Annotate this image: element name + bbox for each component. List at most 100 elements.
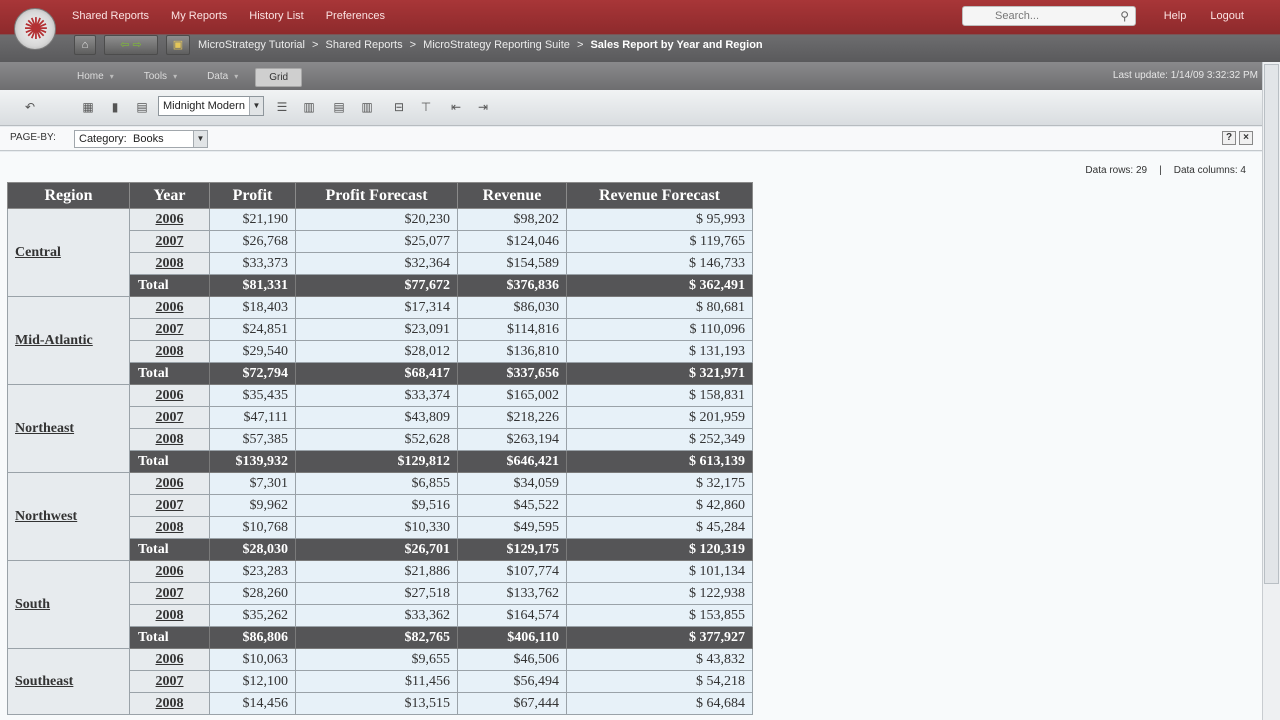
grid-header-row: Region Year Profit Profit Forecast Reven… — [7, 182, 753, 209]
value-cell: $32,364 — [295, 252, 458, 275]
value-cell: $ 252,349 — [566, 428, 753, 451]
header-year[interactable]: Year — [129, 182, 210, 209]
logout-link[interactable]: Logout — [1210, 10, 1244, 22]
lock-column-headers-icon[interactable]: ⊤ — [416, 98, 436, 116]
year-cell[interactable]: 2008 — [129, 428, 210, 451]
value-cell: $ 32,175 — [566, 472, 753, 495]
region-cell[interactable]: Northwest — [7, 472, 130, 561]
value-cell: $21,190 — [209, 208, 296, 231]
value-cell: $11,456 — [295, 670, 458, 693]
undo-icon[interactable]: ↶ — [20, 98, 40, 116]
year-cell[interactable]: 2007 — [129, 582, 210, 605]
value-cell: $7,301 — [209, 472, 296, 495]
year-cell[interactable]: 2007 — [129, 670, 210, 693]
nav-preferences[interactable]: Preferences — [326, 10, 385, 22]
breadcrumb-bar: ⌂ ⇦ ⇨ ▣ MicroStrategy Tutorial > Shared … — [74, 34, 763, 56]
region-cell[interactable]: South — [7, 560, 130, 649]
value-cell: $114,816 — [457, 318, 567, 341]
tab-home[interactable]: Home ▾ — [64, 68, 127, 87]
region-cell[interactable]: Central — [7, 208, 130, 297]
year-cell[interactable]: 2008 — [129, 516, 210, 539]
breadcrumb-item[interactable]: MicroStrategy Tutorial — [198, 39, 305, 51]
year-cell[interactable]: 2008 — [129, 252, 210, 275]
move-right-icon[interactable]: ⇥ — [473, 98, 493, 116]
header-region[interactable]: Region — [7, 182, 130, 209]
nav-history-list[interactable]: History List — [249, 10, 303, 22]
year-cell[interactable]: 2006 — [129, 472, 210, 495]
year-cell[interactable]: 2006 — [129, 296, 210, 319]
breadcrumb-item[interactable]: Shared Reports — [326, 39, 403, 51]
region-cell[interactable]: Southeast — [7, 648, 130, 715]
total-value-cell: $129,175 — [457, 538, 567, 561]
year-cell[interactable]: 2006 — [129, 648, 210, 671]
search-icon[interactable]: ⚲ — [1120, 9, 1129, 23]
banding-icon[interactable]: ▥ — [299, 98, 319, 116]
year-cell[interactable]: 2007 — [129, 318, 210, 341]
value-cell: $ 80,681 — [566, 296, 753, 319]
table-row: South 2006 $23,283 $21,886 $107,774 $ 101,134 — [7, 560, 753, 649]
chevron-down-icon[interactable]: ▼ — [193, 131, 207, 147]
header-revenue[interactable]: Revenue — [457, 182, 567, 209]
region-cell[interactable]: Mid-Atlantic — [7, 296, 130, 385]
value-cell: $9,962 — [209, 494, 296, 517]
help-icon[interactable]: ? — [1222, 131, 1236, 145]
year-cell[interactable]: 2006 — [129, 560, 210, 583]
total-value-cell: $72,794 — [209, 362, 296, 385]
tab-data[interactable]: Data ▾ — [194, 68, 251, 87]
value-cell: $ 42,860 — [566, 494, 753, 517]
year-cell[interactable]: 2008 — [129, 340, 210, 363]
year-cell[interactable]: 2007 — [129, 406, 210, 429]
year-cell[interactable]: 2007 — [129, 230, 210, 253]
chevron-down-icon[interactable]: ▼ — [249, 97, 263, 115]
year-cell[interactable]: 2006 — [129, 384, 210, 407]
year-cell[interactable]: 2008 — [129, 604, 210, 627]
year-cell[interactable]: 2006 — [129, 208, 210, 231]
move-left-icon[interactable]: ⇤ — [446, 98, 466, 116]
value-cell: $ 122,938 — [566, 582, 753, 605]
breadcrumb-item[interactable]: MicroStrategy Reporting Suite — [423, 39, 570, 51]
search-input[interactable]: Search... ⚲ — [962, 6, 1136, 26]
data-stats: Data rows: 29 | Data columns: 4 — [1085, 165, 1246, 176]
year-cell[interactable]: 2007 — [129, 494, 210, 517]
top-links: Help Logout — [1164, 10, 1244, 22]
nav-my-reports[interactable]: My Reports — [171, 10, 227, 22]
value-cell: $124,046 — [457, 230, 567, 253]
value-cell: $26,768 — [209, 230, 296, 253]
year-cell[interactable]: 2008 — [129, 692, 210, 715]
scrollbar-thumb[interactable] — [1264, 64, 1279, 584]
value-cell: $ 54,218 — [566, 670, 753, 693]
home-button[interactable]: ⌂ — [74, 35, 96, 55]
graph-view-icon[interactable]: ▮ — [105, 98, 125, 116]
header-revenue-forecast[interactable]: Revenue Forecast — [566, 182, 753, 209]
subtotals-icon[interactable]: ▤ — [329, 98, 349, 116]
tab-tools[interactable]: Tools ▾ — [131, 68, 190, 87]
header-profit-forecast[interactable]: Profit Forecast — [295, 182, 458, 209]
breadcrumb-separator: > — [312, 39, 319, 51]
back-forward-buttons[interactable]: ⇦ ⇨ — [104, 35, 158, 55]
header-profit[interactable]: Profit — [209, 182, 296, 209]
table-row: Southeast 2006 $10,063 $9,655 $46,506 $ 43,83… — [7, 648, 753, 715]
vertical-scrollbar[interactable] — [1262, 62, 1280, 720]
help-link[interactable]: Help — [1164, 10, 1187, 22]
tab-grid[interactable]: Grid — [255, 68, 303, 87]
category-select[interactable]: Category: Books ▼ — [74, 130, 208, 148]
close-icon[interactable]: × — [1239, 131, 1253, 145]
value-cell: $10,063 — [209, 648, 296, 671]
grid-graph-view-icon[interactable]: ▤ — [132, 98, 152, 116]
outline-icon[interactable]: ☰ — [272, 98, 292, 116]
grid-view-icon[interactable]: ▦ — [78, 98, 98, 116]
value-cell: $27,518 — [295, 582, 458, 605]
folder-up-button[interactable]: ▣ — [166, 35, 190, 55]
lock-row-headers-icon[interactable]: ⊟ — [389, 98, 409, 116]
nav-shared-reports[interactable]: Shared Reports — [72, 10, 149, 22]
value-cell: $49,595 — [457, 516, 567, 539]
region-cell[interactable]: Northeast — [7, 384, 130, 473]
value-cell: $107,774 — [457, 560, 567, 583]
microstrategy-logo-icon[interactable] — [14, 8, 57, 51]
merge-headers-icon[interactable]: ▥ — [357, 98, 377, 116]
value-cell: $29,540 — [209, 340, 296, 363]
chevron-down-icon: ▾ — [173, 72, 178, 81]
stats-divider: | — [1159, 165, 1162, 176]
grid-style-select[interactable]: Midnight Modern ▼ — [158, 96, 264, 116]
value-cell: $52,628 — [295, 428, 458, 451]
